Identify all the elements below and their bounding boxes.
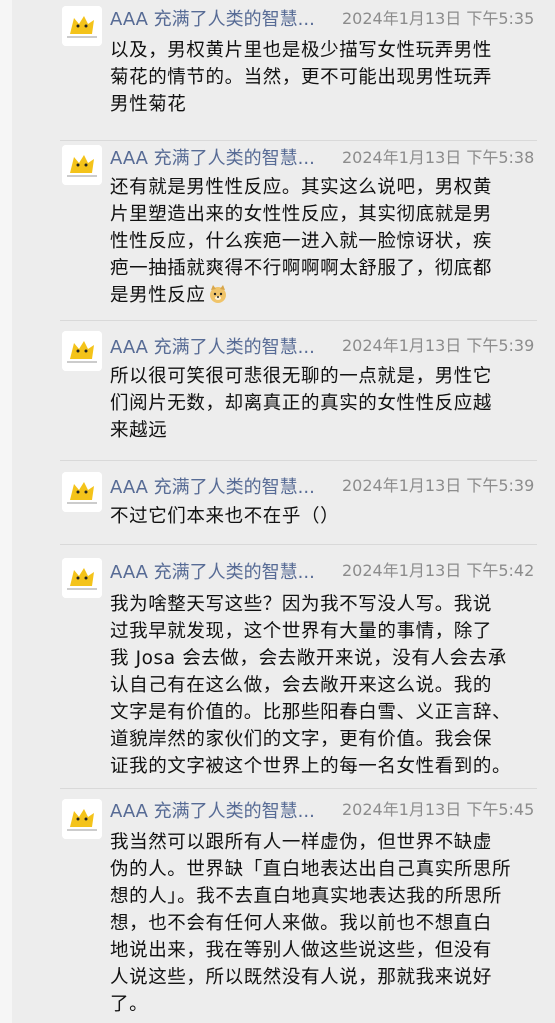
sender-name[interactable]: AAA 充满了人类的智慧...	[110, 476, 340, 500]
message-divider	[60, 788, 537, 789]
message-item: AAA 充满了人类的智慧... 2024年1月13日 下午5:38 还有就是男性…	[0, 140, 555, 320]
message-line: 我 Josa 会去做，会去敞开来说，没有人会去承	[110, 648, 507, 669]
message-line: 来越远	[110, 420, 168, 441]
message-item: AAA 充满了人类的智慧... 2024年1月13日 下午5:45 我当然可以跟…	[0, 788, 555, 1023]
message-line: 道貌岸然的家伙们的文字，更有价值。我会保	[110, 729, 493, 750]
message-divider	[60, 320, 537, 321]
message-line: 还有就是男性性反应。其实这么说吧，男权黄	[110, 177, 493, 198]
message-line: 证我的文字被这个世界上的每一名女性看到的。	[110, 756, 512, 777]
message-line: 菊花的情节的。当然，更不可能出现男性玩弄	[110, 67, 493, 88]
message-item: AAA 充满了人类的智慧... 2024年1月13日 下午5:42 我为啥整天写…	[0, 544, 555, 788]
message-line: 认自己有在这么做，会去敞开来这么说。我的	[110, 675, 493, 696]
message-line: 文字是有价值的。比那些阳春白雪、义正言辞、	[110, 702, 512, 723]
fox-avatar-icon	[62, 799, 102, 839]
sender-name[interactable]: AAA 充满了人类的智慧...	[110, 147, 340, 171]
sender-name[interactable]: AAA 充满了人类的智慧...	[110, 800, 340, 824]
message-text: 以及，男权黄片里也是极少描写女性玩弄男性 菊花的情节的。当然，更不可能出现男性玩…	[110, 37, 538, 118]
message-line: 我为啥整天写这些？因为我不写没人写。我说	[110, 594, 493, 615]
message-text: 我当然可以跟所有人一样虚伪，但世界不缺虚 伪的人。世界缺「直白地表达出自己真实所…	[110, 829, 538, 1018]
fox-avatar-icon	[62, 558, 102, 598]
avatar[interactable]	[62, 799, 102, 839]
message-item: AAA 充满了人类的智慧... 2024年1月13日 下午5:39 不过它们本来…	[0, 460, 555, 544]
message-time: 2024年1月13日 下午5:39	[342, 336, 535, 355]
message-line: 疤一抽插就爽得不行啊啊啊太舒服了，彻底都	[110, 258, 493, 279]
message-time: 2024年1月13日 下午5:38	[342, 148, 535, 167]
message-line: 性性反应，什么疾疤一进入就一脸惊讶状，疾	[110, 231, 493, 252]
message-line-text: 是男性反应	[110, 285, 206, 306]
message-line: 想，也不会有任何人来做。我以前也不想直白	[110, 913, 493, 934]
message-time: 2024年1月13日 下午5:35	[342, 9, 535, 28]
message-line: 以及，男权黄片里也是极少描写女性玩弄男性	[110, 40, 493, 61]
avatar[interactable]	[62, 472, 102, 512]
message-line: 们阅片无数，却离真正的真实的女性性反应越	[110, 393, 493, 414]
avatar[interactable]	[62, 558, 102, 598]
message-line: 男性菊花	[110, 94, 187, 115]
message-time: 2024年1月13日 下午5:42	[342, 561, 535, 580]
fox-avatar-icon	[62, 6, 102, 46]
message-line: 过我早就发现，这个世界有大量的事情，除了	[110, 621, 493, 642]
message-line: 是男性反应	[110, 282, 538, 309]
chat-history: AAA 充满了人类的智慧... 2024年1月13日 下午5:35 以及，男权黄…	[0, 0, 555, 1023]
message-text: 不过它们本来也不在乎（）	[110, 503, 538, 530]
message-line: 人说这些，所以既然没有人说，那就我来说好	[110, 967, 493, 988]
fox-avatar-icon	[62, 145, 102, 185]
message-time: 2024年1月13日 下午5:39	[342, 476, 535, 495]
message-text: 所以很可笑很可悲很无聊的一点就是，男性它 们阅片无数，却离真正的真实的女性性反应…	[110, 363, 538, 444]
message-time: 2024年1月13日 下午5:45	[342, 800, 535, 819]
message-line: 想的人」。我不去直白地真实地表达我的所思所	[110, 886, 502, 907]
message-divider	[60, 460, 537, 461]
message-item: AAA 充满了人类的智慧... 2024年1月13日 下午5:35 以及，男权黄…	[0, 0, 555, 140]
fox-avatar-icon	[62, 472, 102, 512]
message-line: 我当然可以跟所有人一样虚伪，但世界不缺虚	[110, 832, 493, 853]
message-line: 片里塑造出来的女性性反应，其实彻底就是男	[110, 204, 493, 225]
message-line: 不过它们本来也不在乎（）	[110, 506, 340, 527]
avatar[interactable]	[62, 6, 102, 46]
sender-name[interactable]: AAA 充满了人类的智慧...	[110, 336, 340, 360]
fox-avatar-icon	[62, 331, 102, 371]
message-divider	[60, 140, 537, 141]
message-line: 伪的人。世界缺「直白地表达出自己真实所思所	[110, 859, 512, 880]
message-divider	[60, 544, 537, 545]
message-text: 我为啥整天写这些？因为我不写没人写。我说 过我早就发现，这个世界有大量的事情，除…	[110, 591, 538, 780]
avatar[interactable]	[62, 145, 102, 185]
message-line: 了。	[110, 994, 149, 1015]
sender-name[interactable]: AAA 充满了人类的智慧...	[110, 8, 340, 32]
avatar[interactable]	[62, 331, 102, 371]
message-line: 所以很可笑很可悲很无聊的一点就是，男性它	[110, 366, 493, 387]
sender-name[interactable]: AAA 充满了人类的智慧...	[110, 561, 340, 585]
message-item: AAA 充满了人类的智慧... 2024年1月13日 下午5:39 所以很可笑很…	[0, 320, 555, 460]
doge-emoji-icon	[208, 284, 228, 304]
message-text: 还有就是男性性反应。其实这么说吧，男权黄 片里塑造出来的女性性反应，其实彻底就是…	[110, 174, 538, 309]
message-line: 地说出来，我在等别人做这些说这些，但没有	[110, 940, 493, 961]
